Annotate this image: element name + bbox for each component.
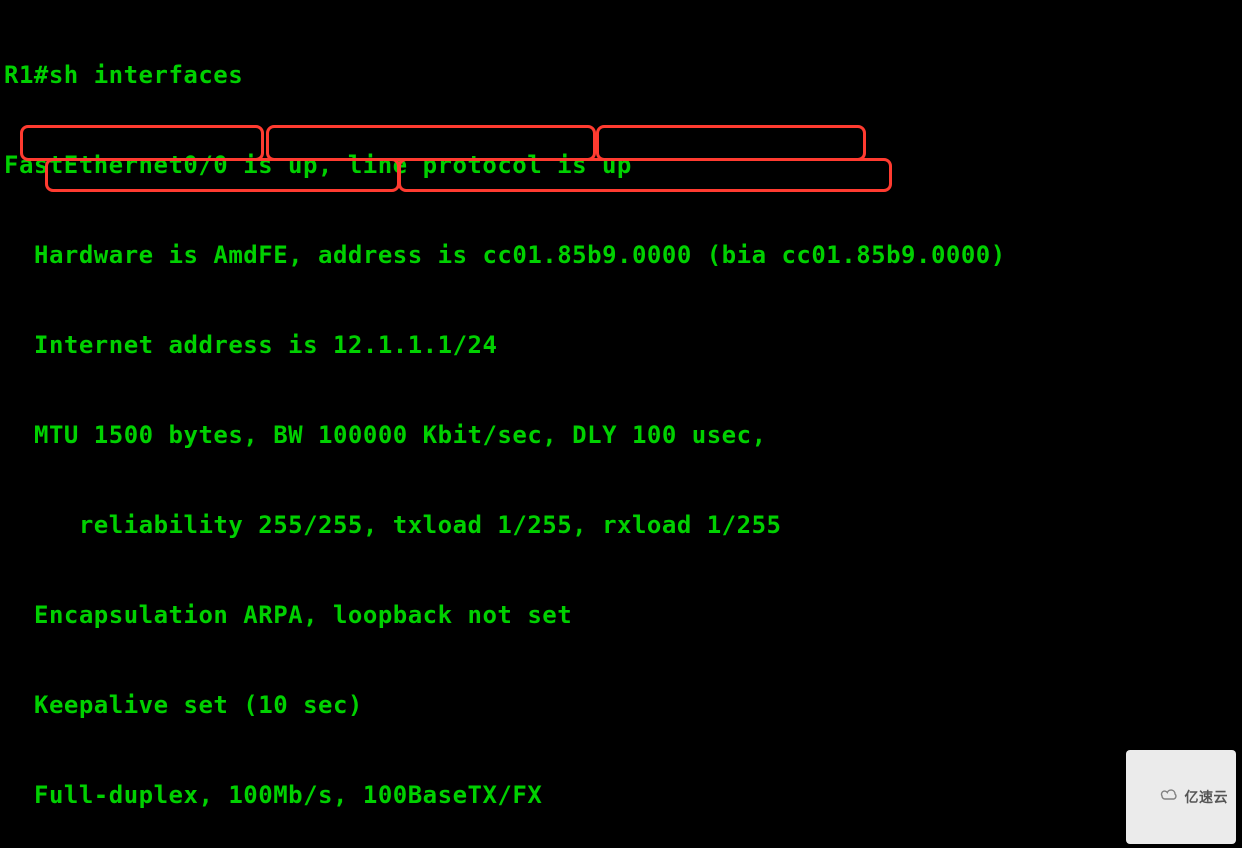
output-line: Full-duplex, 100Mb/s, 100BaseTX/FX xyxy=(30,780,1242,810)
output-line-mtu-bw-dly: MTU 1500 bytes, BW 100000 Kbit/sec, DLY … xyxy=(30,420,1242,450)
watermark-text: 亿速云 xyxy=(1185,782,1229,812)
watermark-badge: 亿速云 xyxy=(1126,750,1236,844)
output-line: FastEthernet0/0 is up, line protocol is … xyxy=(0,150,1242,180)
output-line: Internet address is 12.1.1.1/24 xyxy=(30,330,1242,360)
cloud-icon xyxy=(1132,752,1178,842)
output-line-reliability-load: reliability 255/255, txload 1/255, rxloa… xyxy=(30,510,1242,540)
output-line: Encapsulation ARPA, loopback not set xyxy=(30,600,1242,630)
output-line: Hardware is AmdFE, address is cc01.85b9.… xyxy=(30,240,1242,270)
terminal-output: R1#sh interfaces FastEthernet0/0 is up, … xyxy=(0,0,1242,848)
output-line: Keepalive set (10 sec) xyxy=(30,690,1242,720)
cmd-prompt-line: R1#sh interfaces xyxy=(0,60,1242,90)
